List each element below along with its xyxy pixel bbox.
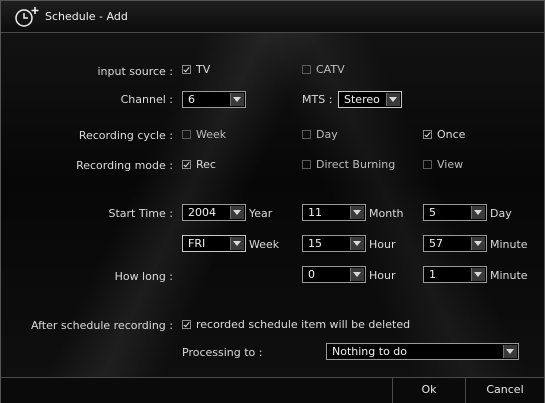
recording-cycle-once-option[interactable]: Once (423, 128, 465, 142)
start-day-value: 5 (429, 206, 436, 219)
start-month-select[interactable]: 11 (302, 204, 366, 221)
recording-cycle-week-label: Week (196, 128, 227, 141)
schedule-add-window: Schedule - Add input source : TV CATV Ch… (0, 0, 545, 403)
recording-mode-rec-label: Rec (196, 158, 216, 171)
mts-label: MTS : (302, 93, 333, 106)
duration-hour-value: 0 (308, 268, 315, 281)
channel-label: Channel : (120, 93, 173, 106)
start-year-select[interactable]: 2004 (182, 204, 246, 221)
checkbox-icon[interactable] (423, 130, 432, 139)
processing-select[interactable]: Nothing to do (326, 343, 519, 360)
after-schedule-label: After schedule recording : (30, 319, 173, 332)
triangle-down-icon[interactable] (471, 206, 485, 219)
clock-plus-icon (15, 7, 39, 27)
triangle-down-icon[interactable] (386, 93, 400, 106)
window-title: Schedule - Add (45, 10, 128, 23)
triangle-down-icon[interactable] (471, 268, 485, 281)
start-minute-value: 57 (429, 237, 443, 250)
delete-item-label: recorded schedule item will be deleted (196, 318, 411, 331)
processing-to-label: Processing to : (182, 346, 263, 359)
week-unit-label: Week (249, 238, 280, 251)
processing-value: Nothing to do (332, 345, 408, 358)
channel-select[interactable]: 6 (182, 91, 246, 108)
delete-item-option[interactable]: recorded schedule item will be deleted (182, 318, 410, 332)
recording-mode-direct-burning-option[interactable]: Direct Burning (302, 158, 395, 172)
start-hour-value: 15 (308, 237, 322, 250)
hour-unit-label: Hour (369, 238, 396, 251)
month-unit-label: Month (369, 207, 404, 220)
title-bar: Schedule - Add (1, 1, 544, 33)
checkbox-icon[interactable] (182, 160, 191, 169)
input-source-catv-label: CATV (316, 63, 345, 76)
triangle-down-icon[interactable] (230, 237, 244, 250)
duration-minute-value: 1 (429, 268, 436, 281)
recording-mode-view-option[interactable]: View (423, 158, 463, 172)
checkbox-icon[interactable] (182, 320, 191, 329)
minute-unit-label: Minute (490, 238, 528, 251)
triangle-down-icon[interactable] (230, 93, 244, 106)
triangle-down-icon[interactable] (230, 206, 244, 219)
checkbox-icon[interactable] (182, 130, 191, 139)
triangle-down-icon[interactable] (350, 268, 364, 281)
day-unit-label: Day (490, 207, 512, 220)
recording-mode-direct-burning-label: Direct Burning (316, 158, 396, 171)
start-minute-select[interactable]: 57 (423, 235, 487, 252)
start-weekday-select[interactable]: FRI (182, 235, 246, 252)
start-day-select[interactable]: 5 (423, 204, 487, 221)
start-month-value: 11 (308, 206, 322, 219)
recording-cycle-once-label: Once (437, 128, 466, 141)
start-year-value: 2004 (188, 206, 216, 219)
recording-cycle-week-option[interactable]: Week (182, 128, 226, 142)
triangle-down-icon[interactable] (350, 237, 364, 250)
recording-mode-rec-option[interactable]: Rec (182, 158, 216, 172)
input-source-tv-label: TV (196, 63, 211, 76)
start-time-label: Start Time : (108, 207, 174, 220)
input-source-label: input source : (97, 65, 173, 78)
button-bar: Ok Cancel (1, 377, 544, 403)
triangle-down-icon[interactable] (350, 206, 364, 219)
recording-cycle-day-label: Day (316, 128, 338, 141)
duration-minute-select[interactable]: 1 (423, 266, 487, 283)
input-source-tv-option[interactable]: TV (182, 63, 210, 77)
recording-mode-label: Recording mode : (76, 159, 173, 172)
year-unit-label: Year (249, 207, 273, 220)
channel-value: 6 (188, 93, 195, 106)
start-weekday-value: FRI (188, 237, 206, 250)
how-long-label: How long : (114, 270, 173, 283)
recording-cycle-label: Recording cycle : (78, 129, 173, 142)
checkbox-icon[interactable] (423, 160, 432, 169)
ok-button[interactable]: Ok (392, 378, 465, 403)
cancel-button[interactable]: Cancel (465, 378, 544, 403)
checkbox-icon[interactable] (302, 65, 311, 74)
checkbox-icon[interactable] (302, 130, 311, 139)
checkbox-icon[interactable] (302, 160, 311, 169)
duration-hour-select[interactable]: 0 (302, 266, 366, 283)
triangle-down-icon[interactable] (471, 237, 485, 250)
triangle-down-icon[interactable] (503, 345, 517, 358)
input-source-catv-option[interactable]: CATV (302, 63, 345, 77)
duration-hour-unit-label: Hour (369, 269, 396, 282)
duration-minute-unit-label: Minute (490, 269, 528, 282)
checkbox-icon[interactable] (182, 65, 191, 74)
mts-select[interactable]: Stereo (338, 91, 402, 108)
mts-value: Stereo (344, 93, 380, 106)
start-hour-select[interactable]: 15 (302, 235, 366, 252)
recording-cycle-day-option[interactable]: Day (302, 128, 338, 142)
recording-mode-view-label: View (437, 158, 464, 171)
